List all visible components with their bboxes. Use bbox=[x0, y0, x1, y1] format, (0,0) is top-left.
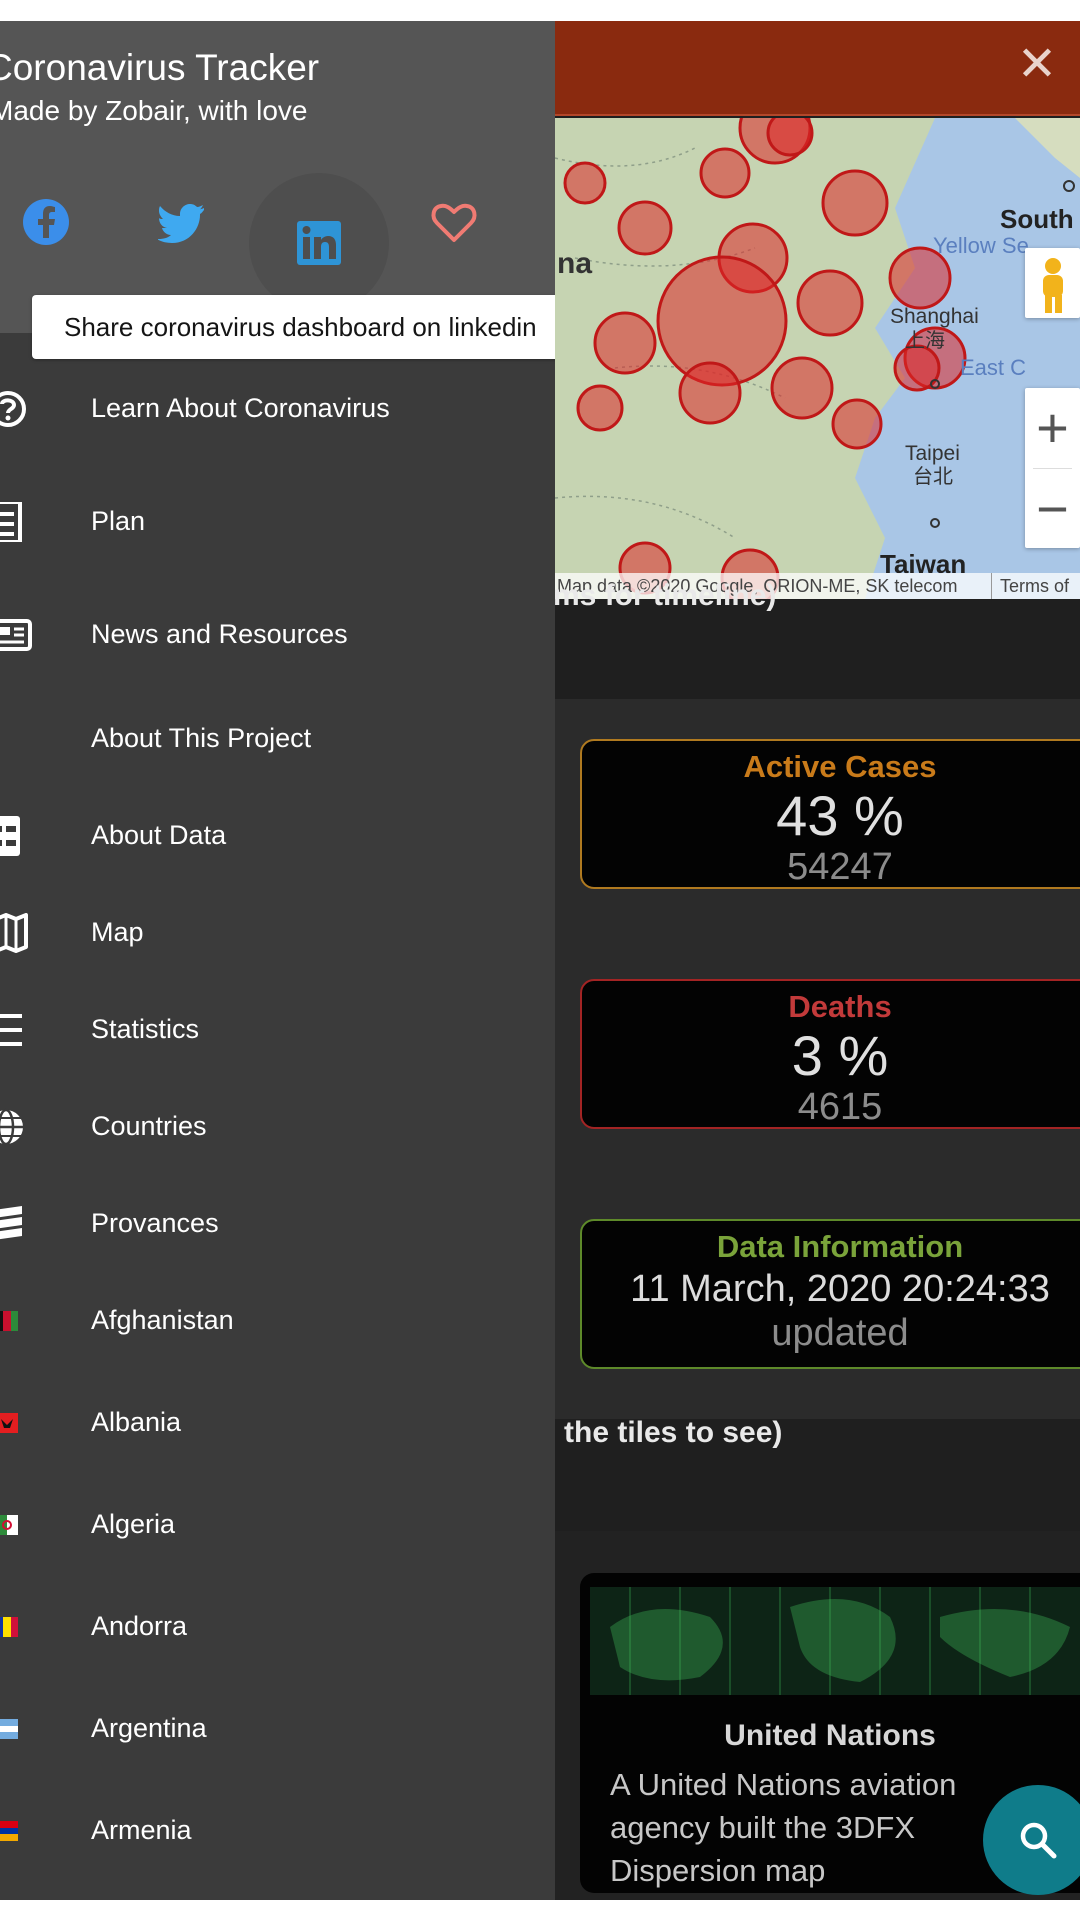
menu-item-label: About Data bbox=[91, 820, 227, 850]
map-view[interactable]: South Yellow Se Shanghai 上海 East C Taipe… bbox=[555, 118, 1080, 599]
active-cases-title: Active Cases bbox=[743, 749, 937, 784]
menu-item-albania[interactable]: Albania bbox=[0, 1388, 555, 1458]
map-zoom-control: + − bbox=[1025, 388, 1080, 548]
menu-item-plan[interactable]: Plan bbox=[0, 487, 555, 557]
menu-item-label: Armenia bbox=[91, 1815, 192, 1845]
menu-item-label: Provances bbox=[91, 1208, 219, 1238]
news-title: United Nations bbox=[724, 1719, 936, 1752]
menu-item-argentina[interactable]: Argentina bbox=[0, 1694, 555, 1764]
menu-item-statistics[interactable]: Statistics bbox=[0, 995, 555, 1065]
pegman-icon bbox=[1043, 258, 1063, 313]
tiles-hint: the tiles to see) bbox=[564, 1416, 783, 1449]
active-cases-percent: 43 % bbox=[776, 784, 904, 847]
active-cases-count: 54247 bbox=[787, 846, 893, 888]
data-information-updated: updated bbox=[771, 1312, 909, 1354]
armenia-flag-icon bbox=[0, 1821, 18, 1841]
menu-item-algeria[interactable]: Algeria bbox=[0, 1490, 555, 1560]
deaths-title: Deaths bbox=[788, 989, 892, 1024]
menu-item-label: Learn About Coronavirus bbox=[91, 393, 390, 423]
app-title: Coronavirus Tracker bbox=[0, 47, 320, 88]
drawer-header: Coronavirus Tracker Made by Zobair, with… bbox=[0, 21, 555, 333]
menu-item-andorra[interactable]: Andorra bbox=[0, 1592, 555, 1662]
news-image bbox=[590, 1587, 1080, 1695]
menu-item-label: Plan bbox=[91, 506, 146, 536]
menu-item-label: Andorra bbox=[91, 1611, 188, 1641]
menu-item-label: Countries bbox=[91, 1111, 207, 1141]
menu-item-map[interactable]: Map bbox=[0, 898, 555, 968]
argentina-flag-icon bbox=[0, 1719, 18, 1739]
zoom-out-button[interactable]: − bbox=[1025, 469, 1080, 549]
map-label-east: East C bbox=[960, 355, 1026, 380]
help-icon bbox=[0, 391, 26, 427]
map-terms-link[interactable]: Terms of bbox=[991, 573, 1069, 599]
albania-flag-icon bbox=[0, 1413, 18, 1433]
app-subtitle: Made by Zobair, with love bbox=[0, 95, 308, 126]
afghanistan-flag-icon bbox=[0, 1311, 18, 1331]
facebook-icon bbox=[23, 199, 69, 245]
data-information-card[interactable]: Data Information 11 March, 2020 20:24:33… bbox=[580, 1219, 1080, 1369]
map-icon bbox=[0, 913, 28, 953]
menu-item-provances[interactable]: Provances bbox=[0, 1189, 555, 1259]
deaths-percent: 3 % bbox=[791, 1024, 889, 1087]
menu-item-learn-about-coronavirus[interactable]: Learn About Coronavirus bbox=[0, 374, 555, 444]
map-label-taipei: Taipei bbox=[905, 442, 960, 465]
menu-item-label: Algeria bbox=[91, 1509, 176, 1539]
zoom-in-button[interactable]: + bbox=[1025, 388, 1080, 468]
share-tooltip: Share coronavirus dashboard on linkedin bbox=[32, 295, 555, 359]
map-label-shanghai-cn: 上海 bbox=[905, 328, 945, 352]
navigation-drawer: Coronavirus Tracker Made by Zobair, with… bbox=[0, 21, 555, 1900]
layers-icon bbox=[0, 1206, 22, 1240]
menu-item-label: Afghanistan bbox=[91, 1305, 234, 1335]
menu-item-armenia[interactable]: Armenia bbox=[0, 1796, 555, 1866]
menu-item-afghanistan[interactable]: Afghanistan bbox=[0, 1286, 555, 1356]
search-icon bbox=[1020, 1822, 1057, 1859]
menu-item-label: Argentina bbox=[91, 1713, 207, 1743]
deaths-card[interactable]: Deaths 3 % 4615 bbox=[580, 979, 1080, 1129]
menu-item-about-this-project[interactable]: About This Project bbox=[0, 704, 555, 774]
data-information-date: 11 March, 2020 20:24:33 bbox=[630, 1268, 1050, 1310]
map-label-shanghai: Shanghai bbox=[890, 305, 979, 328]
data-icon bbox=[0, 816, 20, 856]
list-icon bbox=[0, 1014, 22, 1046]
deaths-count: 4615 bbox=[797, 1086, 883, 1128]
menu-item-about-data[interactable]: About Data bbox=[0, 801, 555, 871]
timeline-hint: ms for timeline) bbox=[553, 579, 777, 612]
document-icon bbox=[0, 502, 22, 542]
menu-item-label: News and Resources bbox=[91, 619, 348, 649]
map-canvas: South Yellow Se Shanghai 上海 East C Taipe… bbox=[555, 118, 1080, 599]
active-cases-card[interactable]: Active Cases 43 % 54247 bbox=[580, 739, 1080, 889]
heart-icon bbox=[431, 203, 477, 242]
map-label-taipei-cn: 台北 bbox=[913, 464, 953, 488]
newspaper-icon bbox=[0, 619, 32, 651]
linkedin-icon bbox=[297, 221, 341, 265]
menu-item-label: About This Project bbox=[91, 723, 312, 753]
menu-item-label: Statistics bbox=[91, 1014, 200, 1044]
map-label-yellow-sea: Yellow Se bbox=[933, 233, 1029, 258]
map-label-partial: na bbox=[557, 247, 592, 280]
top-app-bar: ✕ bbox=[555, 21, 1080, 116]
data-information-title: Data Information bbox=[716, 1229, 964, 1264]
share-twitter-button[interactable] bbox=[134, 174, 230, 270]
menu-item-label: Albania bbox=[91, 1407, 182, 1437]
algeria-flag-icon bbox=[0, 1515, 18, 1535]
menu-item-news-and-resources[interactable]: News and Resources bbox=[0, 600, 555, 670]
andorra-flag-icon bbox=[0, 1617, 18, 1637]
map-label-south: South bbox=[1000, 204, 1074, 234]
globe-icon bbox=[0, 1108, 23, 1146]
menu-item-label: Map bbox=[91, 917, 144, 947]
world-matrix-image bbox=[590, 1587, 1080, 1695]
menu-item-countries[interactable]: Countries bbox=[0, 1092, 555, 1162]
share-facebook-button[interactable] bbox=[0, 174, 94, 270]
close-icon[interactable]: ✕ bbox=[1012, 39, 1062, 89]
share-love-button[interactable] bbox=[406, 174, 502, 270]
news-description: A United Nations aviation agency built t… bbox=[610, 1767, 957, 1888]
twitter-icon bbox=[158, 204, 204, 243]
share-linkedin-button[interactable] bbox=[249, 173, 389, 313]
street-view-pegman[interactable] bbox=[1025, 248, 1080, 318]
